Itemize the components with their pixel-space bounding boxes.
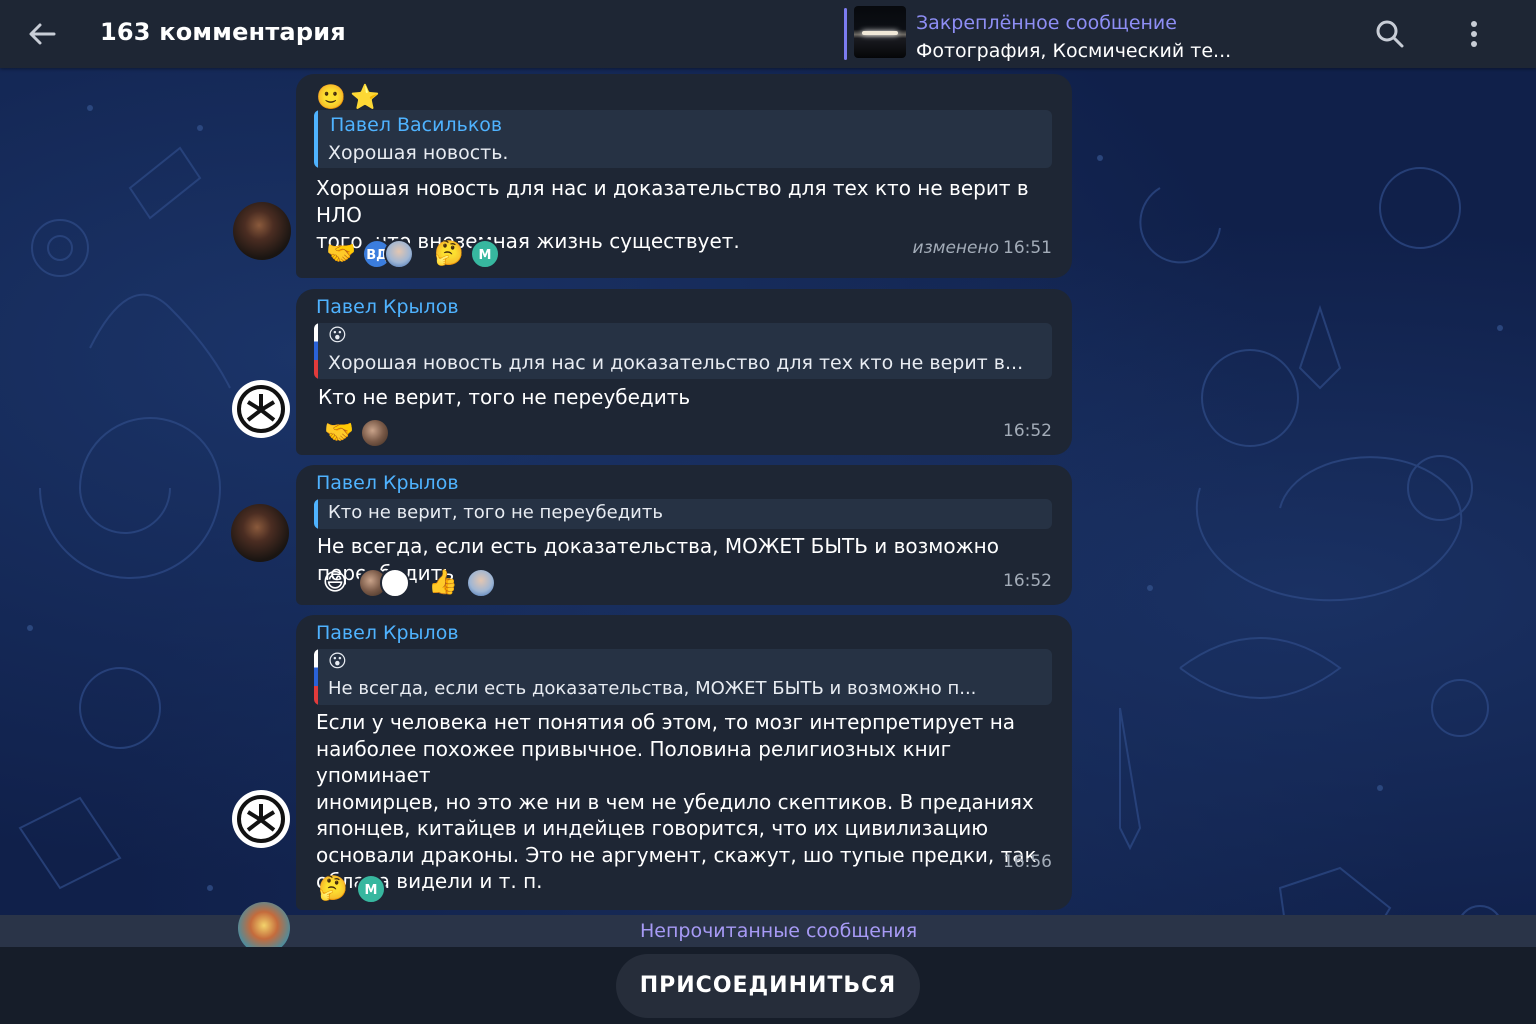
join-button[interactable]: ПРИСОЕДИНИТЬСЯ — [616, 954, 920, 1018]
quote-accent-bar — [314, 110, 318, 168]
reactions-row: 🤝 — [322, 417, 442, 449]
quote-emoji: 😮 — [328, 651, 347, 672]
message-time: 16:52 — [1003, 421, 1052, 441]
pinned-accent-bar — [844, 8, 847, 60]
avatar[interactable] — [231, 504, 289, 562]
avatar[interactable] — [232, 380, 290, 438]
unread-messages-divider: Непрочитанные сообщения — [0, 915, 1536, 947]
reactor-avatar — [360, 418, 390, 448]
reactions-row: 🤝 ВД 🤔 М — [322, 238, 522, 270]
edited-label: изменено — [912, 238, 999, 258]
message-bubble[interactable]: 🙂 ⭐ Павел Васильков Хорошая новость. Хор… — [296, 74, 1072, 278]
handshake-reaction[interactable]: 🤝 — [326, 238, 356, 268]
pinned-preview-text: Фотография, Космический те... — [916, 40, 1232, 62]
sender-name[interactable]: Павел Крылов — [316, 472, 459, 494]
thinking-reaction[interactable]: 🤔 — [434, 238, 464, 268]
message-bubble[interactable]: Павел Крылов 😮 Хорошая новость для нас и… — [296, 289, 1072, 455]
search-icon — [1376, 20, 1404, 48]
reactor-avatar: М — [470, 239, 500, 269]
avatar[interactable] — [232, 790, 290, 848]
reactions-row: 🤔 М — [318, 873, 422, 905]
quote-accent-bar — [314, 499, 318, 529]
message-text: Если у человека нет понятия об этом, то … — [316, 710, 1037, 893]
thumbs-up-reaction[interactable]: 👍 — [428, 567, 458, 597]
thinking-reaction[interactable]: 🤔 — [318, 873, 348, 903]
reaction-emoji[interactable]: ⭐ — [350, 82, 380, 112]
message-bubble[interactable]: Павел Крылов Кто не верит, того не переу… — [296, 465, 1072, 605]
reply-quote[interactable]: 😮 Хорошая новость для нас и доказательст… — [314, 323, 1052, 379]
reactor-avatar — [466, 568, 496, 598]
arrow-left-icon — [29, 23, 56, 45]
reaction-emoji[interactable]: 🙂 — [316, 82, 346, 112]
pinned-message-banner[interactable]: Закреплённое сообщение Фотография, Косми… — [842, 6, 1242, 62]
reactor-avatar — [380, 568, 410, 598]
quote-text: Хорошая новость. — [328, 142, 509, 164]
reply-quote[interactable]: Кто не верит, того не переубедить — [314, 499, 1052, 529]
pinned-photo-thumbnail — [854, 6, 906, 58]
channel-logo-icon — [237, 795, 285, 843]
quote-text: Кто не верит, того не переубедить — [328, 502, 663, 523]
reactor-avatar: М — [356, 874, 386, 904]
time-value: 16:51 — [1003, 238, 1052, 258]
sender-name[interactable]: Павел Крылов — [316, 296, 459, 318]
avatar[interactable] — [233, 202, 291, 260]
unread-label: Непрочитанные сообщения — [640, 920, 918, 942]
pinned-label: Закреплённое сообщение — [916, 12, 1177, 34]
search-button[interactable] — [1372, 16, 1408, 52]
reply-quote[interactable]: 😮 Не всегда, если есть доказательства, М… — [314, 649, 1052, 705]
quote-text: Не всегда, если есть доказательства, МОЖ… — [328, 678, 977, 699]
reactions-row: 😄 👍 — [322, 567, 522, 599]
message-text: Кто не верит, того не переубедить — [318, 385, 691, 409]
quote-accent-bar — [314, 323, 318, 379]
quote-text: Хорошая новость для нас и доказательство… — [328, 352, 1024, 374]
more-vertical-icon — [1471, 21, 1477, 47]
sender-name[interactable]: Павел Крылов — [316, 622, 459, 644]
quote-emoji: 😮 — [328, 325, 347, 346]
reply-quote[interactable]: Павел Васильков Хорошая новость. — [314, 110, 1052, 168]
message-time: изменено 16:51 — [913, 238, 1052, 258]
quote-accent-bar — [314, 649, 318, 705]
grin-reaction[interactable]: 😄 — [320, 567, 350, 597]
channel-logo-icon — [237, 385, 285, 433]
page-title: 163 комментария — [100, 18, 346, 46]
message-time: 16:56 — [1003, 852, 1052, 872]
message-time: 16:52 — [1003, 571, 1052, 591]
top-app-bar: 163 комментария Закреплённое сообщение Ф… — [0, 0, 1536, 68]
quote-sender: Павел Васильков — [330, 114, 503, 136]
reactor-avatar — [384, 239, 414, 269]
more-options-button[interactable] — [1456, 16, 1492, 52]
message-bubble[interactable]: Павел Крылов 😮 Не всегда, если есть дока… — [296, 615, 1072, 910]
back-button[interactable] — [22, 16, 62, 52]
handshake-reaction[interactable]: 🤝 — [324, 417, 354, 447]
